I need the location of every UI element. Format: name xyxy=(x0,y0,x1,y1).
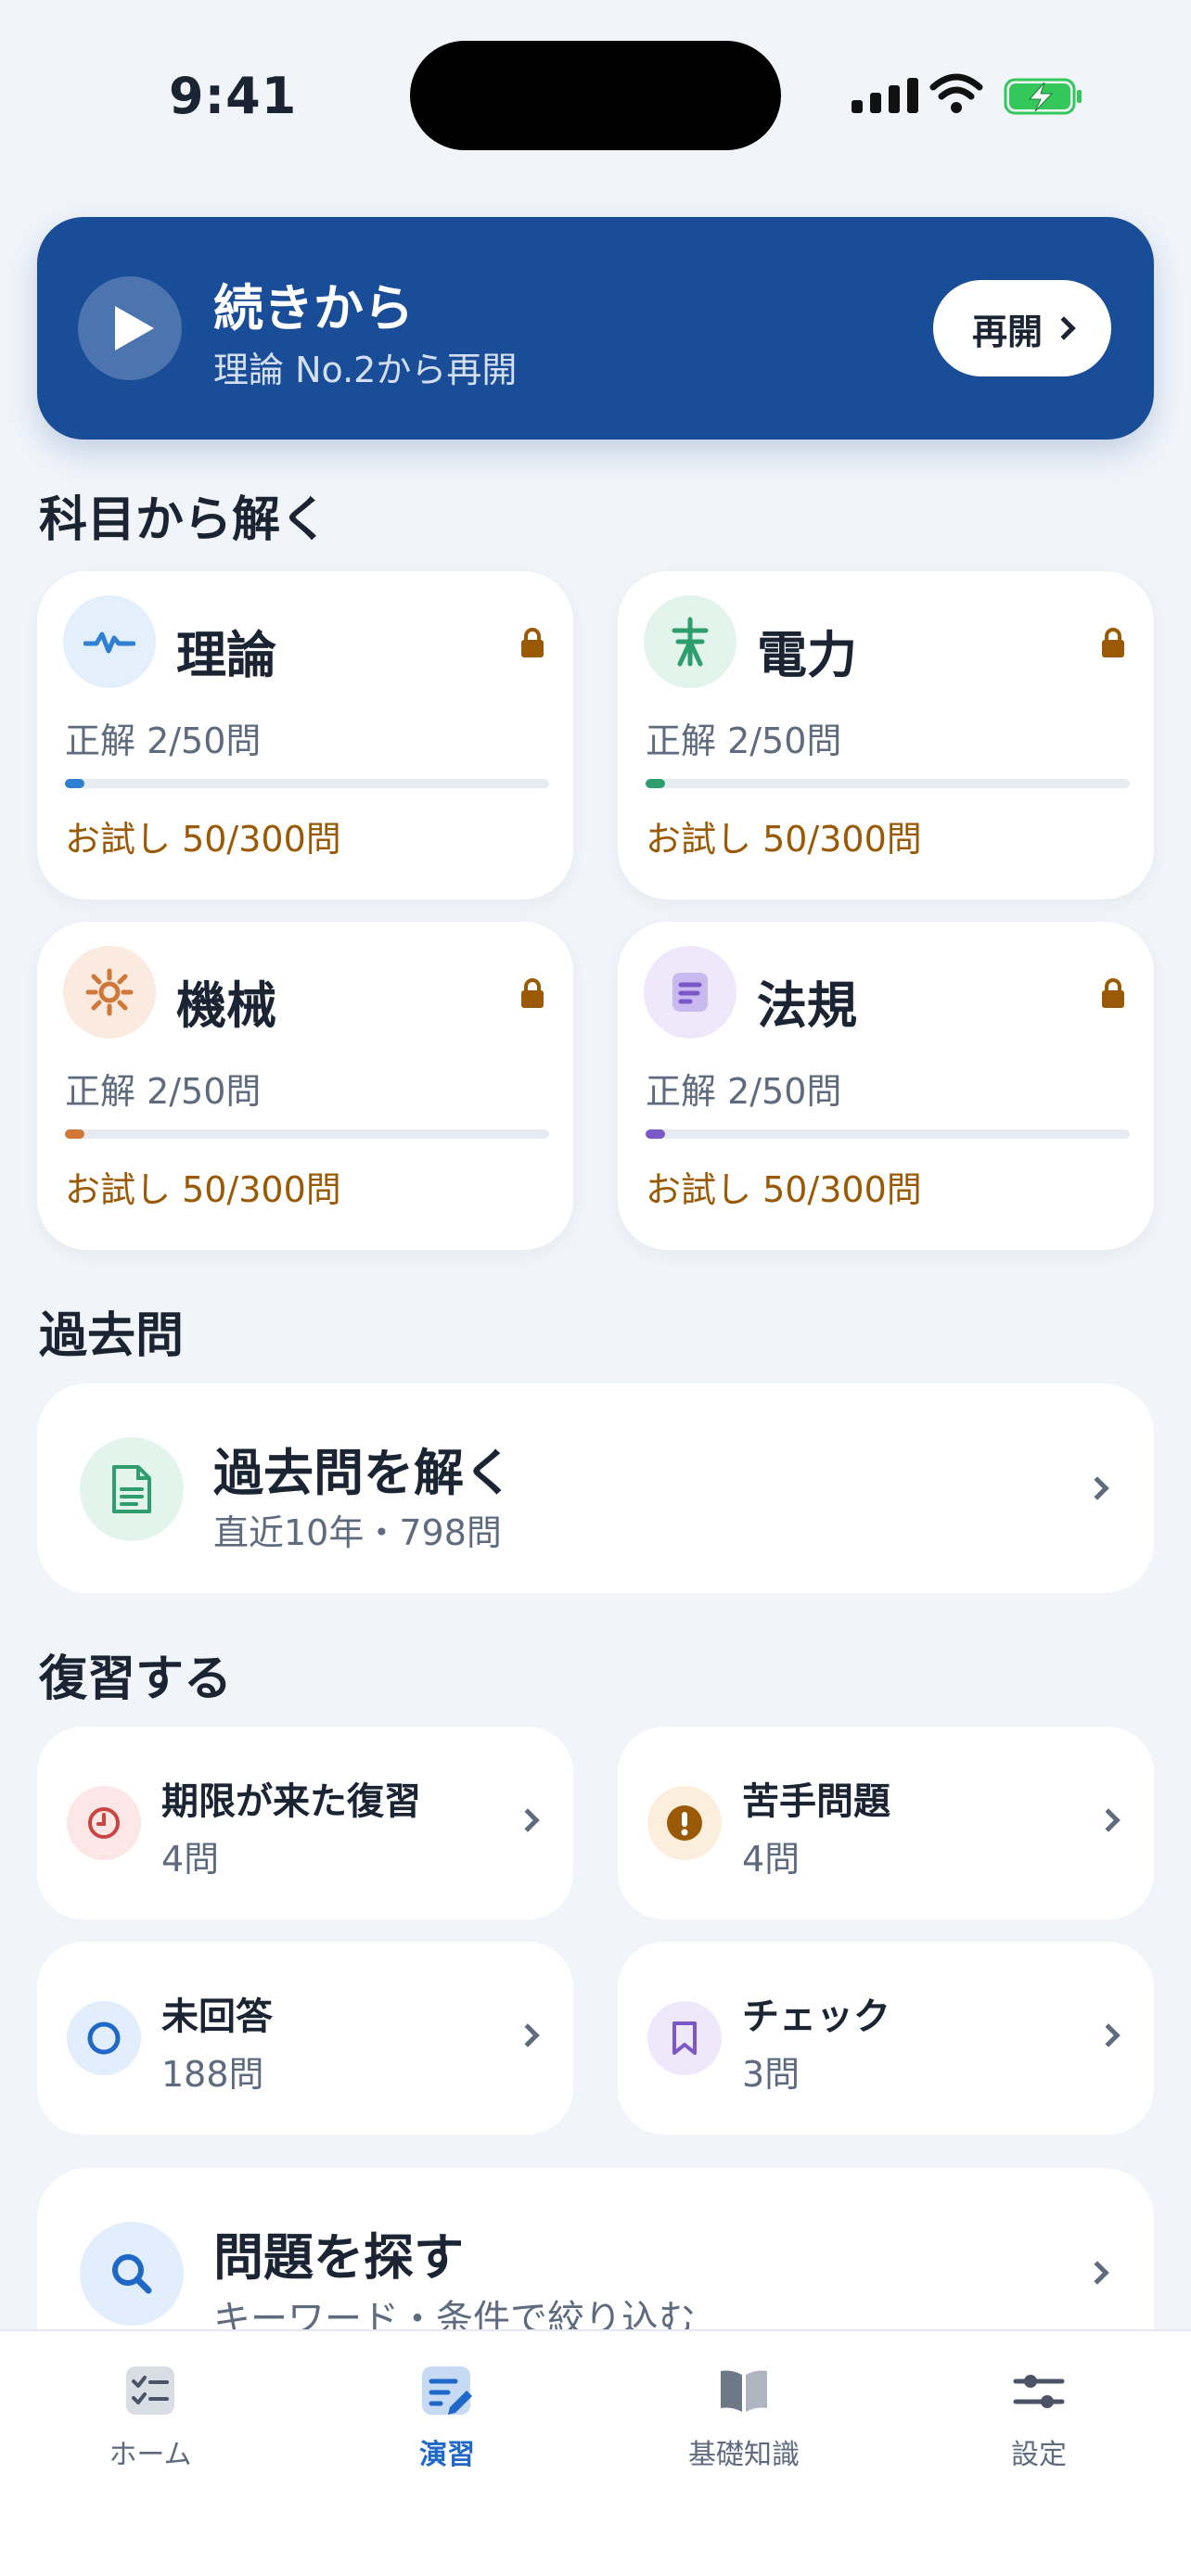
review-count: 3問 xyxy=(742,2054,800,2095)
chevron-right-icon xyxy=(1085,2261,1109,2285)
subject-name: 法規 xyxy=(757,976,857,1035)
chevron-right-icon xyxy=(516,1808,540,1832)
subject-correct-count: 正解 2/50問 xyxy=(65,1071,262,1112)
search-title: 問題を探す xyxy=(213,2228,464,2287)
subject-card-law[interactable]: 法規 正解 2/50問 お試し 50/300問 xyxy=(618,922,1154,1250)
subjects-section-title: 科目から解く xyxy=(39,492,329,548)
subject-trial-count: お試し 50/300問 xyxy=(646,819,922,860)
tab-basics[interactable]: 基礎知識 xyxy=(651,2363,837,2472)
past-exam-title: 過去問を解く xyxy=(213,1444,514,1502)
review-count: 188問 xyxy=(161,2054,264,2095)
bookmark-icon xyxy=(647,2001,722,2075)
tab-bar: ホーム 演習 基礎知識 設定 xyxy=(0,2329,1191,2576)
book-icon xyxy=(716,2363,772,2418)
review-label: 苦手問題 xyxy=(742,1780,890,1823)
tab-label: ホーム xyxy=(109,2439,192,2471)
progress-fill xyxy=(646,1129,665,1139)
tab-label: 基礎知識 xyxy=(688,2439,800,2471)
subject-name: 電力 xyxy=(757,626,857,684)
subject-trial-count: お試し 50/300問 xyxy=(646,1169,922,1210)
status-bar: 9:41 xyxy=(0,0,1191,176)
power-tower-icon xyxy=(644,595,736,688)
alert-icon xyxy=(647,1786,722,1860)
review-label: 期限が来た復習 xyxy=(161,1780,421,1823)
chevron-right-icon xyxy=(1096,1808,1121,1832)
progress-fill xyxy=(65,779,84,788)
subject-correct-count: 正解 2/50問 xyxy=(646,721,842,761)
review-count: 4問 xyxy=(161,1839,220,1880)
review-count: 4問 xyxy=(742,1839,800,1880)
circle-icon xyxy=(67,2001,141,2075)
subject-progress-bar xyxy=(65,779,549,788)
chevron-right-icon xyxy=(1052,316,1076,340)
tab-home[interactable]: ホーム xyxy=(58,2363,243,2472)
tab-settings[interactable]: 設定 xyxy=(946,2363,1132,2472)
past-exam-card[interactable]: 過去問を解く 直近10年・798問 xyxy=(37,1384,1154,1593)
lock-icon xyxy=(1102,978,1124,1008)
chevron-right-icon xyxy=(1096,2023,1121,2047)
lock-icon xyxy=(521,628,544,657)
tab-practice[interactable]: 演習 xyxy=(354,2363,540,2472)
subject-correct-count: 正解 2/50問 xyxy=(646,1071,842,1112)
subject-progress-bar xyxy=(65,1129,549,1139)
play-icon xyxy=(78,276,182,380)
gear-icon xyxy=(63,946,156,1039)
review-card-due[interactable]: 期限が来た復習 4問 xyxy=(37,1727,573,1919)
review-label: チェック xyxy=(742,1996,890,2038)
cellular-signal-icon xyxy=(852,76,918,113)
review-card-check[interactable]: チェック 3問 xyxy=(618,1942,1154,2135)
subject-progress-bar xyxy=(646,779,1130,788)
subject-card-machine[interactable]: 機械 正解 2/50問 お試し 50/300問 xyxy=(37,922,573,1250)
resume-subtitle: 理論 No.2から再開 xyxy=(213,350,518,390)
subject-card-power[interactable]: 電力 正解 2/50問 お試し 50/300問 xyxy=(618,571,1154,899)
clock-icon xyxy=(67,1786,141,1860)
review-label: 未回答 xyxy=(161,1996,273,2038)
progress-fill xyxy=(65,1129,84,1139)
past-exam-subtitle: 直近10年・798問 xyxy=(213,1512,502,1553)
subject-card-theory[interactable]: 理論 正解 2/50問 お試し 50/300問 xyxy=(37,571,573,899)
resume-button[interactable]: 再開 xyxy=(933,280,1111,376)
lock-icon xyxy=(1102,628,1124,657)
resume-title: 続きから xyxy=(213,279,414,338)
subject-name: 理論 xyxy=(176,626,276,684)
progress-fill xyxy=(646,779,665,788)
subject-trial-count: お試し 50/300問 xyxy=(65,819,341,860)
subject-correct-count: 正解 2/50問 xyxy=(65,721,262,761)
chevron-right-icon xyxy=(516,2023,540,2047)
tab-label: 設定 xyxy=(1011,2439,1067,2471)
battery-charging-icon xyxy=(1004,78,1082,115)
tab-label: 演習 xyxy=(419,2439,475,2471)
resume-button-label: 再開 xyxy=(971,311,1043,352)
review-section-title: 復習する xyxy=(39,1651,233,1707)
resume-card[interactable]: 続きから 理論 No.2から再開 再開 xyxy=(37,217,1154,440)
dynamic-island xyxy=(410,41,781,150)
review-card-weak[interactable]: 苦手問題 4問 xyxy=(618,1727,1154,1919)
document-icon xyxy=(80,1437,184,1541)
subject-trial-count: お試し 50/300問 xyxy=(65,1169,341,1210)
lock-icon xyxy=(521,978,544,1008)
checklist-icon xyxy=(122,2363,178,2418)
past-section-title: 過去問 xyxy=(39,1308,185,1364)
wifi-icon xyxy=(929,73,983,113)
sliders-icon xyxy=(1011,2363,1067,2418)
document-list-icon xyxy=(644,946,736,1039)
subject-progress-bar xyxy=(646,1129,1130,1139)
edit-list-icon xyxy=(419,2363,475,2418)
subject-name: 機械 xyxy=(176,976,276,1035)
review-card-unanswered[interactable]: 未回答 188問 xyxy=(37,1942,573,2135)
search-icon xyxy=(80,2222,184,2326)
waveform-icon xyxy=(63,595,156,688)
status-time: 9:41 xyxy=(169,67,298,125)
chevron-right-icon xyxy=(1085,1476,1109,1500)
